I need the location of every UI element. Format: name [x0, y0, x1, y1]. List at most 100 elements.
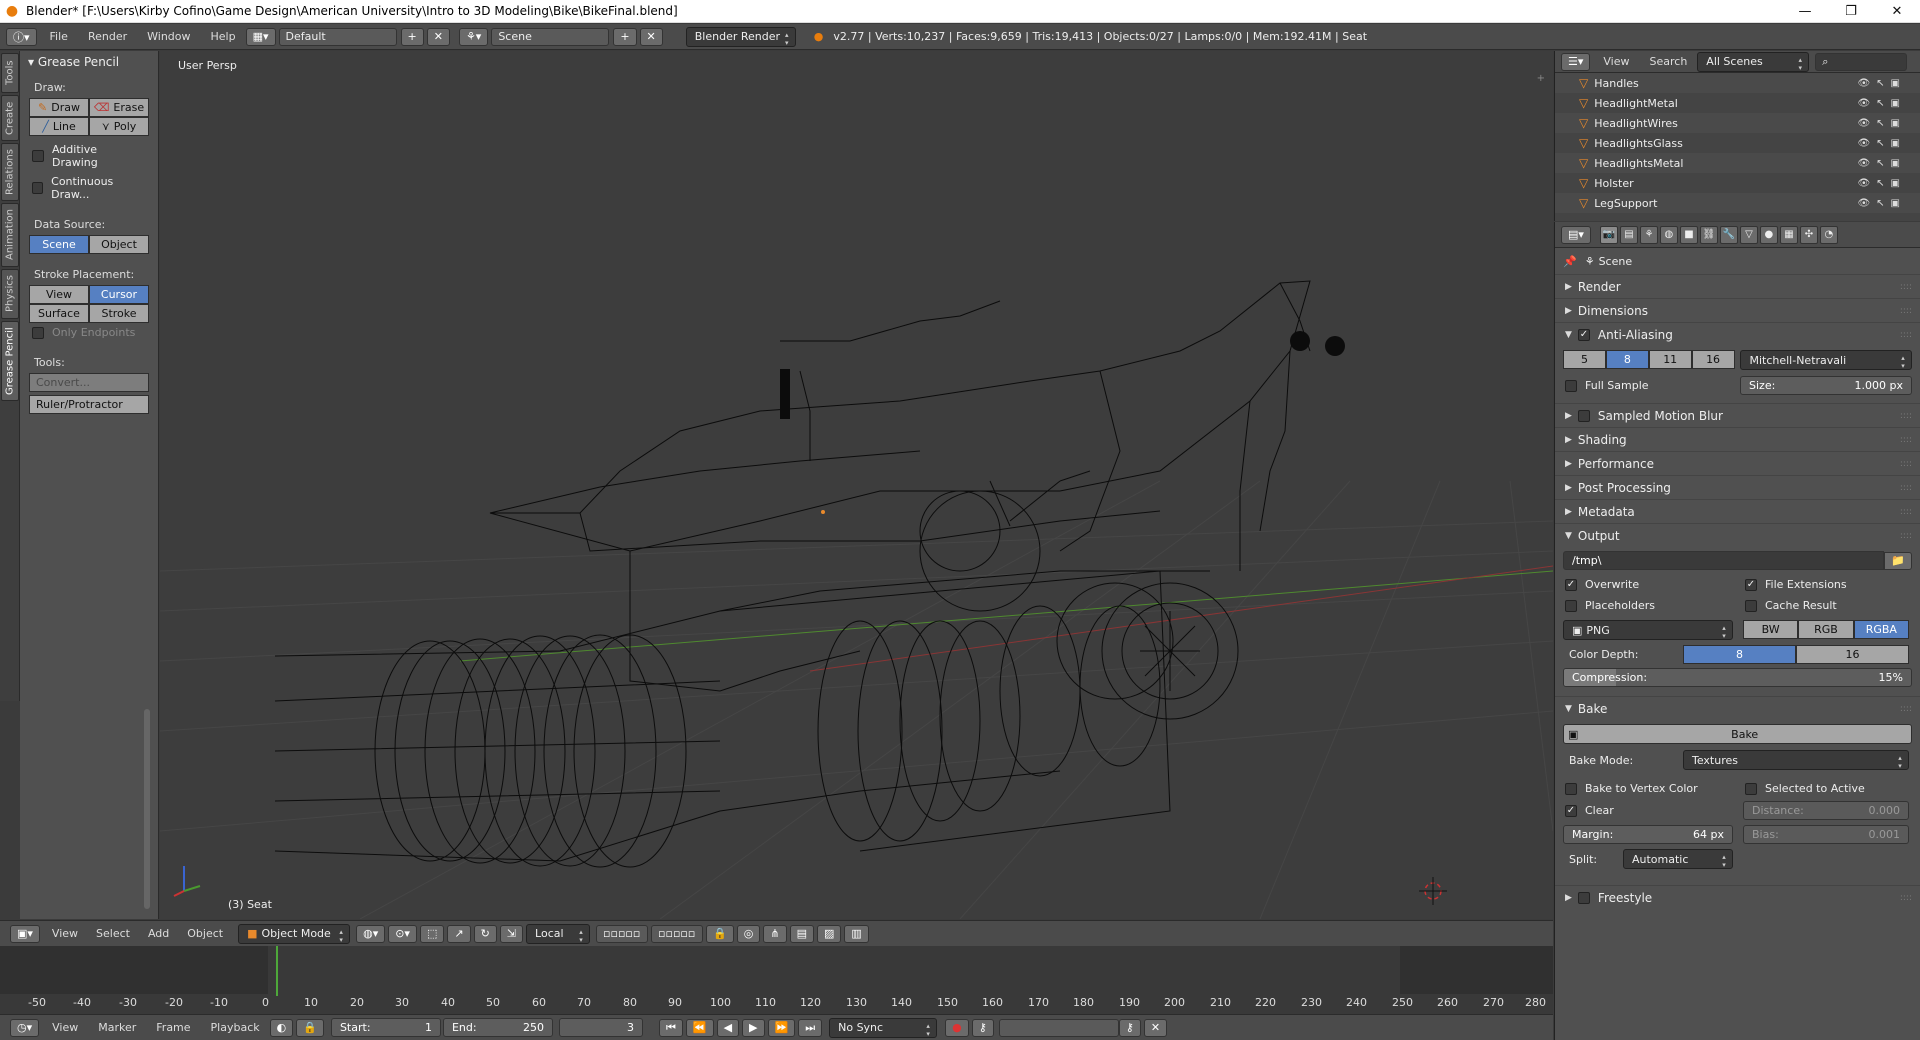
editor-type-info-icon[interactable]: ⓘ▾ [6, 27, 37, 46]
object-tab-icon[interactable]: ■ [1679, 225, 1698, 244]
continuous-draw-toggle[interactable]: Continuous Draw... [20, 172, 158, 204]
remove-screen-icon[interactable]: ✕ [426, 27, 450, 46]
editor-type-timeline-icon[interactable]: ◷▾ [10, 1018, 40, 1037]
placement-cursor-button[interactable]: Cursor [89, 285, 149, 304]
clear-toggle[interactable]: Clear [1563, 802, 1743, 819]
add-scene-icon[interactable]: + [613, 27, 637, 46]
layers-grid-a[interactable]: ▫▫▫▫▫ [596, 924, 649, 943]
scene-tab-icon[interactable]: ⚘ [1639, 225, 1658, 244]
color-mode-rgba[interactable]: RGBA [1853, 620, 1909, 639]
world-tab-icon[interactable]: ◍ [1659, 225, 1678, 244]
outliner-item[interactable]: ▽ LegSupport 👁↖▣ [1555, 193, 1920, 213]
continuous-draw-checkbox[interactable] [32, 182, 44, 194]
outliner-item[interactable]: ▽ HeadlightsMetal 👁↖▣ [1555, 153, 1920, 173]
outliner-item[interactable]: ▽ Holster 👁↖▣ [1555, 173, 1920, 193]
timeline-area[interactable]: -50 -40 -30 -20 -10 0 10 20 30 40 50 60 … [0, 946, 1553, 1014]
output-panel-header[interactable]: ▼ Output:::: [1555, 523, 1920, 547]
freestyle-panel-header[interactable]: ▶ Freestyle:::: [1555, 885, 1920, 909]
end-frame-field[interactable]: End: 250 [442, 1018, 553, 1037]
shading-panel-header[interactable]: ▶ Shading:::: [1555, 427, 1920, 451]
current-frame-field[interactable]: 3 [558, 1018, 643, 1037]
interaction-mode-dropdown[interactable]: ■ Object Mode [238, 923, 351, 944]
selected-to-active-checkbox[interactable] [1745, 782, 1757, 795]
lock-layers-icon[interactable]: 🔒 [706, 924, 734, 943]
color-depth-16[interactable]: 16 [1796, 645, 1909, 664]
placement-stroke-button[interactable]: Stroke [89, 304, 149, 323]
data-tab-icon[interactable]: ▽ [1739, 225, 1758, 244]
rotate-manipulator-icon[interactable]: ↻ [473, 924, 497, 943]
full-sample-checkbox[interactable] [1565, 379, 1577, 392]
only-endpoints-toggle[interactable]: Only Endpoints [20, 323, 158, 342]
aa-samples-16[interactable]: 16 [1691, 350, 1735, 369]
visibility-icons[interactable]: 👁↖▣ [1857, 78, 1906, 89]
outliner-item[interactable]: ▽ HeadlightWires 👁↖▣ [1555, 113, 1920, 133]
color-depth-8[interactable]: 8 [1683, 645, 1796, 664]
menu-render[interactable]: Render [88, 30, 127, 43]
editor-type-outliner-icon[interactable]: ☰▾ [1561, 52, 1591, 71]
menu-frame[interactable]: Frame [156, 1021, 190, 1034]
menu-view[interactable]: View [52, 927, 78, 940]
visibility-icons[interactable]: 👁↖▣ [1857, 198, 1906, 209]
remove-scene-icon[interactable]: ✕ [639, 27, 663, 46]
sampled-motion-blur-checkbox[interactable] [1577, 409, 1590, 422]
texture-tab-icon[interactable]: ▦ [1779, 225, 1798, 244]
placeholders-checkbox[interactable] [1565, 599, 1577, 612]
opengl-anim-icon[interactable]: ▥ [844, 924, 869, 943]
menu-marker[interactable]: Marker [98, 1021, 136, 1034]
tab-create[interactable]: Create [1, 95, 19, 141]
render-engine-dropdown[interactable]: Blender Render [685, 26, 796, 47]
viewport-shading-icon[interactable]: ◍▾ [356, 924, 386, 943]
scene-icon[interactable]: ⚘▾ [458, 27, 489, 46]
bake-mode-dropdown[interactable]: Textures [1683, 750, 1909, 770]
draw-button[interactable]: ✎ Draw [29, 98, 89, 117]
bake-panel-header[interactable]: ▼ Bake:::: [1555, 696, 1920, 720]
constraints-tab-icon[interactable]: ⛓ [1699, 225, 1718, 244]
post-processing-panel-header[interactable]: ▶ Post Processing:::: [1555, 475, 1920, 499]
erase-button[interactable]: ⌫ Erase [89, 98, 149, 117]
color-mode-rgb[interactable]: RGB [1798, 620, 1854, 639]
play-reverse-icon[interactable]: ◀ [716, 1018, 740, 1037]
additive-drawing-toggle[interactable]: Additive Drawing [20, 140, 158, 172]
snap-element-icon[interactable]: ▤ [789, 924, 814, 943]
data-source-object-button[interactable]: Object [89, 235, 149, 254]
material-tab-icon[interactable]: ● [1759, 225, 1778, 244]
jump-keyframe-back-icon[interactable]: ⏪ [685, 1018, 714, 1037]
placeholders-toggle[interactable]: Placeholders [1563, 597, 1743, 614]
selected-to-active-toggle[interactable]: Selected to Active [1743, 780, 1867, 797]
keying-set-icon[interactable]: ⚷ [971, 1018, 994, 1037]
snap-icon[interactable]: ⋔ [763, 924, 787, 943]
layers-grid-b[interactable]: ▫▫▫▫▫ [651, 924, 704, 943]
visibility-icons[interactable]: 👁↖▣ [1857, 118, 1906, 129]
outliner-item[interactable]: ▽ HeadlightsGlass 👁↖▣ [1555, 133, 1920, 153]
play-icon[interactable]: ▶ [742, 1018, 765, 1037]
only-endpoints-checkbox[interactable] [32, 326, 44, 339]
freestyle-checkbox[interactable] [1577, 891, 1590, 904]
ruler-protractor-button[interactable]: Ruler/Protractor [29, 395, 149, 414]
jump-start-icon[interactable]: ⏮ [658, 1018, 683, 1037]
performance-panel-header[interactable]: ▶ Performance:::: [1555, 451, 1920, 475]
convert-button[interactable]: Convert... [29, 373, 149, 392]
anti-aliasing-checkbox[interactable] [1577, 328, 1590, 341]
file-browser-icon[interactable]: 📁 [1884, 551, 1912, 570]
editor-type-3d-icon[interactable]: ▣▾ [10, 924, 40, 943]
render-tab-icon[interactable]: 📷 [1599, 225, 1618, 244]
line-button[interactable]: ╱ Line [29, 117, 89, 136]
render-layers-tab-icon[interactable]: ▤ [1619, 225, 1638, 244]
tab-tools[interactable]: Tools [1, 53, 19, 93]
outliner-view-menu[interactable]: View [1603, 55, 1629, 68]
sync-mode-dropdown[interactable]: No Sync [829, 1017, 938, 1038]
overwrite-checkbox[interactable] [1565, 578, 1577, 591]
lock-time-icon[interactable]: 🔒 [296, 1018, 324, 1037]
current-frame-indicator[interactable] [276, 946, 278, 996]
jump-end-icon[interactable]: ⏭ [798, 1018, 823, 1037]
translate-manipulator-icon[interactable]: ↗ [447, 924, 471, 943]
tab-physics[interactable]: Physics [1, 269, 19, 319]
output-path-input[interactable]: /tmp\ [1563, 551, 1885, 570]
dimensions-panel-header[interactable]: ▶ Dimensions:::: [1555, 298, 1920, 322]
delete-keyframe-icon[interactable]: ✕ [1143, 1018, 1168, 1037]
render-panel-header[interactable]: ▶ Render:::: [1555, 274, 1920, 298]
keying-set-field[interactable] [998, 1018, 1119, 1037]
minimize-button[interactable]: — [1782, 0, 1828, 23]
visibility-icons[interactable]: 👁↖▣ [1857, 138, 1906, 149]
anti-aliasing-panel-header[interactable]: ▼Anti-Aliasing:::: [1555, 322, 1920, 346]
